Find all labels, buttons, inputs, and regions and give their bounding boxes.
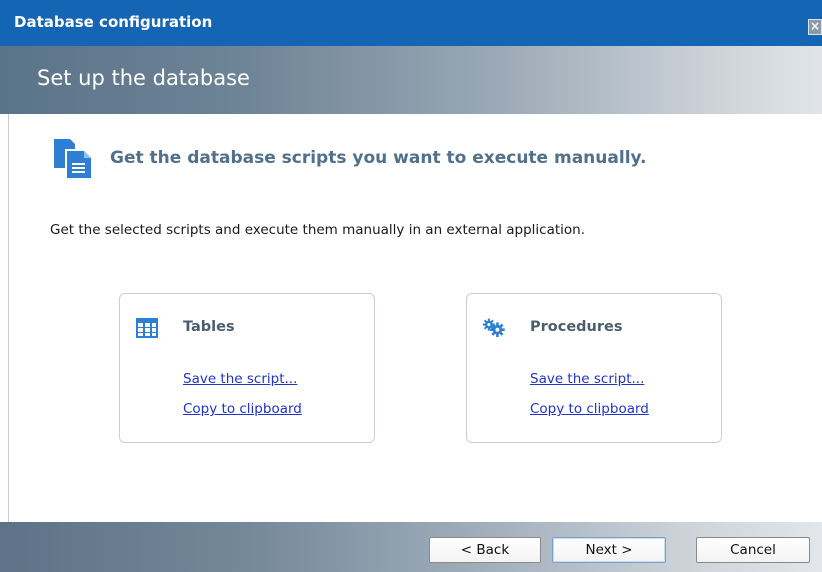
back-button[interactable]: < Back bbox=[429, 537, 541, 563]
intro-title: Get the database scripts you want to exe… bbox=[110, 148, 647, 168]
procedures-card: Procedures Save the script... Copy to cl… bbox=[466, 293, 722, 443]
tables-copy-clipboard-link[interactable]: Copy to clipboard bbox=[183, 401, 302, 417]
title-bar: Database configuration × bbox=[0, 0, 822, 46]
cancel-button[interactable]: Cancel bbox=[696, 537, 810, 563]
procedures-copy-clipboard-link[interactable]: Copy to clipboard bbox=[530, 401, 649, 417]
page-heading: Set up the database bbox=[37, 66, 250, 90]
page-header: Set up the database bbox=[0, 46, 822, 114]
procedures-title: Procedures bbox=[530, 319, 623, 335]
procedures-save-script-link[interactable]: Save the script... bbox=[530, 371, 644, 387]
close-icon[interactable]: × bbox=[808, 19, 822, 35]
intro-description: Get the selected scripts and execute the… bbox=[50, 222, 586, 238]
gears-icon bbox=[482, 318, 505, 337]
next-button[interactable]: Next > bbox=[552, 537, 666, 563]
window-title: Database configuration bbox=[14, 13, 213, 31]
tables-save-script-link[interactable]: Save the script... bbox=[183, 371, 297, 387]
footer-bar: < Back Next > Cancel bbox=[0, 522, 822, 572]
documents-icon bbox=[54, 139, 93, 179]
table-icon bbox=[136, 318, 158, 338]
tables-title: Tables bbox=[183, 319, 235, 335]
tables-card: Tables Save the script... Copy to clipbo… bbox=[119, 293, 375, 443]
